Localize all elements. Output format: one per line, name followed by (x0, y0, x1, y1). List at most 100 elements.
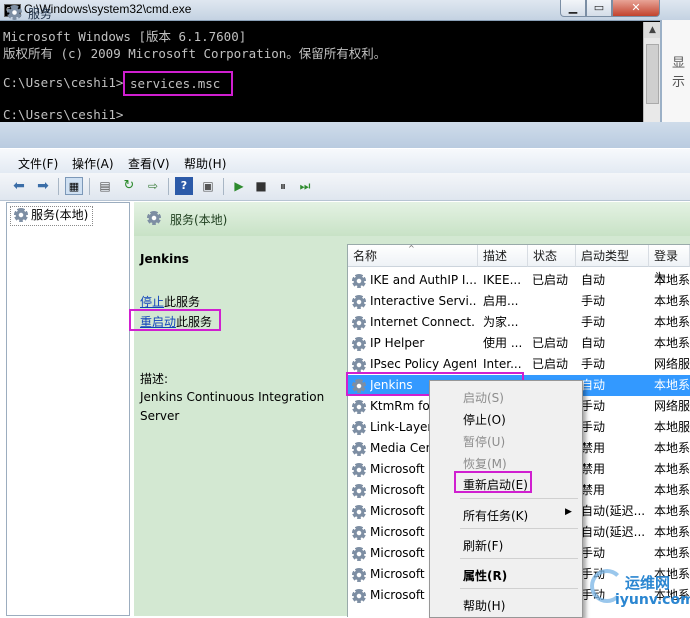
cell-status: 已启动 (532, 336, 569, 350)
cell-logon: 本地系 (654, 462, 690, 476)
ctx-help[interactable]: 帮助(H) (463, 597, 505, 614)
cell-startup: 自动 (581, 378, 606, 392)
menu-action[interactable]: 操作(A) (72, 155, 114, 172)
cell-logon: 本地系 (654, 378, 690, 392)
table-row[interactable]: IP Helper 使用 ... 已启动 自动 本地系 (348, 333, 690, 354)
cell-name: IKE and AuthIP I... (370, 273, 476, 287)
cmd-line-2: 版权所有 (c) 2009 Microsoft Corporation。保留所有… (3, 46, 387, 61)
service-gear-icon (352, 526, 366, 540)
ctx-start[interactable]: 启动(S) (463, 389, 504, 406)
column-header-logon[interactable]: 登录为 (649, 245, 690, 285)
service-gear-icon (352, 484, 366, 498)
menu-separator (460, 528, 578, 529)
forward-arrow-icon[interactable]: ➡ (34, 177, 52, 195)
close-button[interactable]: ✕ (612, 0, 660, 17)
cell-logon: 本地系 (654, 546, 690, 560)
cell-startup: 手动 (581, 420, 606, 434)
ctx-stop[interactable]: 停止(O) (463, 411, 506, 428)
column-header-description[interactable]: 描述 (478, 245, 528, 267)
cell-startup: 自动 (581, 336, 606, 350)
services-gear-icon (7, 5, 22, 20)
console-tree: 服务(本地) (6, 202, 130, 616)
scroll-thumb[interactable] (646, 44, 659, 104)
export-list-icon[interactable]: ⇨ (144, 177, 162, 195)
service-gear-icon (352, 274, 366, 288)
refresh-icon[interactable]: ↻ (120, 177, 138, 195)
column-header-name[interactable]: 名称 ^ (348, 244, 478, 267)
stop-service-icon[interactable]: ■ (252, 177, 270, 195)
menu-separator (460, 558, 578, 559)
cell-startup: 禁用 (581, 462, 606, 476)
menu-view[interactable]: 查看(V) (128, 155, 170, 172)
background-window-text: 显示 (672, 56, 686, 90)
properties-sheet-icon[interactable]: ▤ (96, 177, 114, 195)
pause-service-icon[interactable]: ⏸ (274, 177, 292, 195)
cell-desc: IKEE... (483, 273, 522, 287)
table-row[interactable]: Interactive Servi... 启用... 手动 本地系 (348, 291, 690, 312)
services-titlebar[interactable] (0, 122, 690, 148)
restart-service-link[interactable]: 重启动 (140, 315, 176, 329)
service-gear-icon (352, 547, 366, 561)
toolbar-separator (168, 178, 169, 195)
table-row[interactable]: Internet Connect... 为家... 手动 本地系 (348, 312, 690, 333)
tree-item-label: 服务(本地) (31, 208, 89, 222)
cell-logon: 本地系 (654, 294, 690, 308)
watermark-cn: 运维网 (625, 574, 671, 592)
menu-separator (460, 588, 578, 589)
service-gear-icon (352, 358, 366, 372)
ctx-resume[interactable]: 恢复(M) (463, 455, 507, 472)
minimize-button[interactable]: ▁ (560, 0, 586, 17)
cell-startup: 手动 (581, 399, 606, 413)
ctx-refresh[interactable]: 刷新(F) (463, 537, 503, 554)
cell-logon: 本地服 (654, 420, 690, 434)
service-gear-icon (352, 421, 366, 435)
menu-file[interactable]: 文件(F) (18, 155, 58, 172)
column-header-status[interactable]: 状态 (528, 245, 576, 267)
maximize-button[interactable]: ▭ (586, 0, 612, 17)
cell-startup: 手动 (581, 294, 606, 308)
ctx-properties[interactable]: 属性(R) (463, 567, 507, 584)
cell-name: IP Helper (370, 336, 425, 350)
cell-logon: 本地系 (654, 441, 690, 455)
stop-suffix: 此服务 (164, 295, 201, 309)
cell-startup: 手动 (581, 315, 606, 329)
back-arrow-icon[interactable]: ⬅ (10, 177, 28, 195)
service-gear-icon (352, 589, 366, 603)
service-gear-icon (352, 442, 366, 456)
tree-item-services-local[interactable]: 服务(本地) (10, 206, 94, 226)
service-gear-icon (352, 505, 366, 519)
ctx-all-tasks[interactable]: 所有任务(K) (463, 507, 528, 524)
cell-status: 已启动 (532, 357, 569, 371)
cell-logon: 本地系 (654, 483, 690, 497)
menu-help[interactable]: 帮助(H) (184, 155, 226, 172)
start-service-icon[interactable]: ▶ (230, 177, 248, 195)
cell-logon: 本地系 (654, 336, 690, 350)
services-window-title: 服务 (28, 7, 53, 21)
service-gear-icon (352, 463, 366, 477)
cell-startup: 自动(延迟... (581, 525, 646, 539)
detail-service-name: Jenkins (140, 252, 189, 266)
cell-logon: 本地系 (654, 525, 690, 539)
scroll-up-arrow-icon[interactable]: ▲ (644, 22, 661, 38)
cell-logon: 本地系 (654, 504, 690, 518)
toolbar-separator (223, 178, 224, 195)
watermark-en: iyunv.com (615, 592, 690, 608)
show-hide-pane-icon[interactable]: ▣ (199, 177, 217, 195)
column-header-startup-type[interactable]: 启动类型 (576, 245, 649, 267)
help-icon[interactable]: ? (175, 177, 193, 195)
toolbar-separator (58, 178, 59, 195)
service-gear-icon (352, 568, 366, 582)
stop-service-link[interactable]: 停止 (140, 295, 164, 309)
cell-startup: 禁用 (581, 441, 606, 455)
table-row[interactable]: IKE and AuthIP I... IKEE... 已启动 自动 本地系 (348, 270, 690, 291)
services-gear-icon (14, 208, 28, 222)
cell-logon: 本地系 (654, 315, 690, 329)
ctx-restart-highlight (454, 471, 532, 493)
console-tree-icon[interactable]: ▦ (65, 177, 83, 195)
detail-stop-line: 停止此服务 (140, 293, 200, 310)
ctx-pause[interactable]: 暂停(U) (463, 433, 505, 450)
cmd-scrollbar[interactable]: ▲ (643, 22, 661, 122)
service-gear-icon (352, 337, 366, 351)
service-gear-icon (352, 295, 366, 309)
restart-service-icon[interactable]: ⏭ (296, 177, 314, 195)
